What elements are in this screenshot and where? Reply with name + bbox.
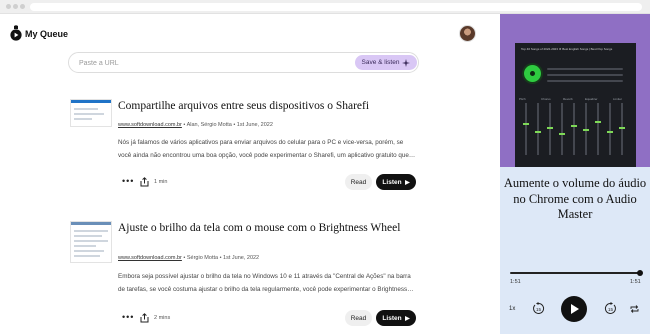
article-title[interactable]: Compartilhe arquivos entre seus disposit… — [118, 99, 418, 113]
skip-forward-seconds: 15 — [608, 307, 614, 312]
skip-forward-icon[interactable]: 15 — [604, 302, 617, 315]
queue-logo-icon[interactable] — [10, 25, 22, 41]
skip-back-icon[interactable]: 15 — [532, 302, 545, 315]
article-duration: 2 mins — [154, 315, 171, 321]
time-elapsed: 1:51 — [510, 279, 521, 285]
skip-back-seconds: 15 — [536, 307, 542, 312]
article-card[interactable]: Ajuste o brilho da tela com o mouse com … — [70, 221, 420, 331]
article-byline: • Sérgio Motta • 1st June, 2022 — [181, 255, 260, 261]
article-title[interactable]: Ajuste o brilho da tela com o mouse com … — [118, 221, 418, 235]
window-dot-icon — [13, 4, 18, 9]
window-dot-icon — [20, 4, 25, 9]
article-source-link[interactable]: www.softdownload.com.br — [118, 122, 182, 128]
time-total: 1:51 — [630, 279, 641, 285]
article-byline: • Alan, Sérgio Motta • 1st June, 2022 — [181, 122, 273, 128]
url-bar: Save & listen — [68, 52, 419, 73]
article-thumbnail[interactable] — [70, 99, 112, 127]
artwork-heading: Top 40 Songs of 2022-2023 ★ Best English… — [521, 47, 613, 51]
listen-button[interactable]: Listen — [376, 310, 416, 326]
eq-label: Equalizer — [585, 97, 598, 101]
article-actions: ••• 1 min Read Listen — [118, 174, 418, 190]
article-card[interactable]: Compartilhe arquivos entre seus disposit… — [70, 99, 420, 194]
more-options-icon[interactable]: ••• — [122, 313, 134, 322]
share-icon[interactable] — [140, 313, 149, 323]
eq-label: Reverb — [563, 97, 573, 101]
listen-label: Listen — [382, 314, 402, 322]
browser-address-bar[interactable] — [30, 3, 642, 11]
article-duration: 1 min — [154, 179, 168, 185]
article-source-link[interactable]: www.softdownload.com.br — [118, 255, 182, 261]
playback-progress-bar[interactable] — [510, 270, 643, 276]
article-actions: ••• 2 mins Read Listen — [118, 310, 418, 326]
play-icon — [570, 304, 579, 314]
read-button[interactable]: Read — [345, 174, 372, 190]
article-meta: www.softdownload.com.br • Sérgio Motta •… — [118, 255, 259, 261]
artwork-screenshot: Top 40 Songs of 2022-2023 ★ Best English… — [515, 43, 636, 167]
read-button[interactable]: Read — [345, 310, 372, 326]
browser-chrome — [0, 0, 650, 14]
listen-button[interactable]: Listen — [376, 174, 416, 190]
article-excerpt: Embora seja possível ajustar o brilho da… — [118, 273, 414, 293]
window-dot-icon — [6, 4, 11, 9]
playback-speed-button[interactable]: 1x — [509, 306, 515, 312]
share-icon[interactable] — [140, 177, 149, 187]
avatar[interactable] — [459, 25, 476, 42]
play-icon — [404, 315, 410, 321]
volume-knob-icon — [524, 65, 541, 82]
article-meta: www.softdownload.com.br • Alan, Sérgio M… — [118, 122, 273, 128]
eq-label: Limiter — [613, 97, 623, 101]
play-pause-button[interactable] — [561, 296, 587, 322]
player-panel: Top 40 Songs of 2022-2023 ★ Best English… — [500, 14, 650, 334]
listen-label: Listen — [382, 178, 402, 186]
eq-label: Chorus — [541, 97, 551, 101]
sparkle-icon — [402, 58, 411, 67]
url-input[interactable] — [79, 57, 339, 69]
more-options-icon[interactable]: ••• — [122, 177, 134, 186]
save-and-listen-button[interactable]: Save & listen — [355, 55, 417, 70]
play-icon — [404, 179, 410, 185]
save-and-listen-label: Save & listen — [361, 59, 400, 66]
eq-label: Pitch — [519, 97, 526, 101]
repeat-icon[interactable] — [630, 305, 639, 313]
progress-handle[interactable] — [637, 270, 643, 276]
player-artwork: Top 40 Songs of 2022-2023 ★ Best English… — [500, 14, 650, 167]
article-thumbnail[interactable] — [70, 221, 112, 263]
article-excerpt: Nós já falamos de vários aplicativos par… — [118, 139, 416, 159]
now-playing-title: Aumente o volume do áudio no Chrome com … — [503, 176, 647, 221]
brand-title: My Queue — [25, 29, 69, 39]
